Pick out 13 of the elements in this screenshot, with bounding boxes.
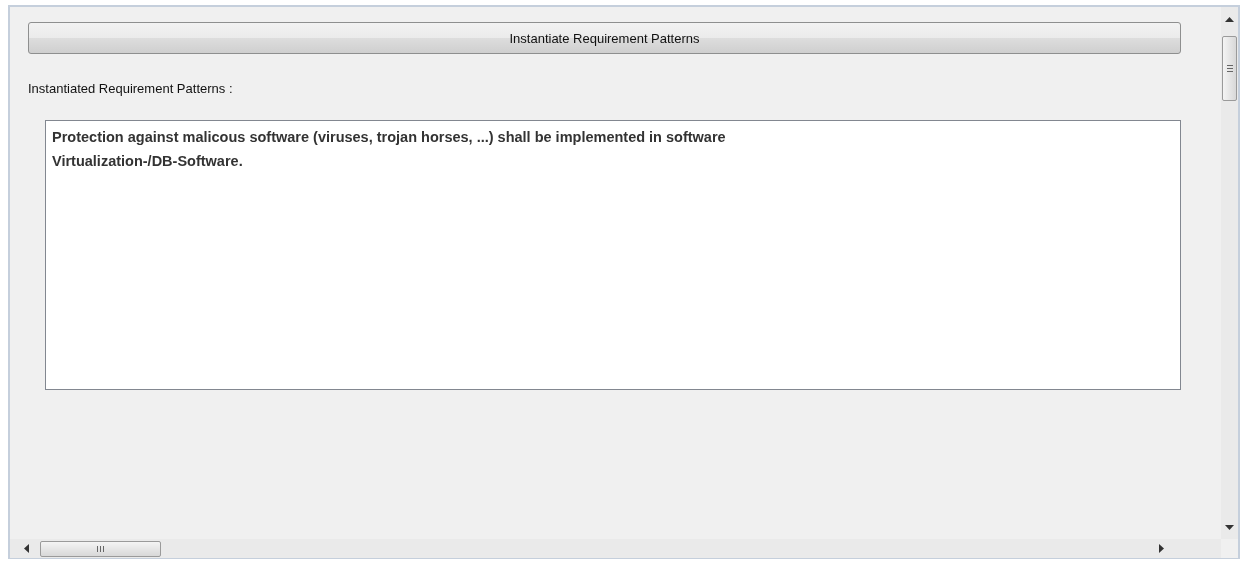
right-arrow-icon[interactable]: [1159, 544, 1165, 553]
scroll-thumb[interactable]: [1222, 36, 1237, 101]
section-label: Instantiated Requirement Patterns :: [28, 81, 233, 96]
horizontal-scrollbar[interactable]: [10, 539, 1221, 558]
text-area[interactable]: Protection against malicous software (viruses, trojan horses, ...) shall be implemented in software Virtualization-/DB-Software.: [45, 120, 1181, 390]
left-arrow-icon[interactable]: [24, 544, 30, 553]
instantiate-button[interactable]: Instantiate Requirement Patterns: [28, 22, 1181, 54]
down-arrow-icon[interactable]: [1225, 525, 1234, 531]
scroll-thumb[interactable]: [40, 540, 161, 557]
requirement-text: Protection against malicous software (viruses, trojan horses, ...) shall be implemented in software: [52, 128, 727, 147]
up-arrow-icon[interactable]: [1225, 17, 1234, 23]
requirement-text: Virtualization-/DB-Software.: [52, 152, 244, 171]
vertical-scrollbar[interactable]: [1221, 7, 1238, 539]
